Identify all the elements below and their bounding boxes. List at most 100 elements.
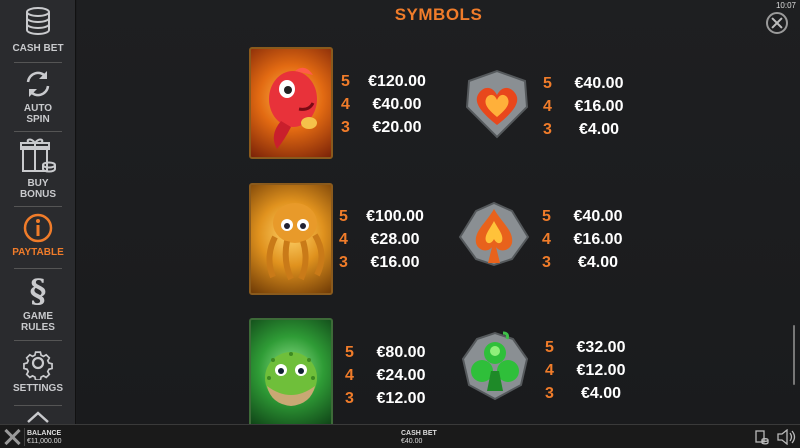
pay-value: €4.00 [578,121,620,138]
history-icon[interactable] [755,429,769,445]
pay-value: €20.00 [372,119,422,136]
paytable-club: 5 €32.00 4 €12.00 3 €4.00 [545,336,637,405]
pay-value: €40.00 [573,208,623,225]
sidebar-item-settings[interactable]: SETTINGS [0,346,76,394]
pay-row: 3 €16.00 [339,251,431,274]
paytable-red-fish: 5 €120.00 4 €40.00 3 €20.00 [341,70,433,139]
pay-row: 5 €32.00 [545,336,637,359]
symbol-card-octopus [249,183,333,295]
info-icon [23,213,53,243]
pay-count: 5 [345,344,354,361]
paytable-heart: 5 €40.00 4 €16.00 3 €4.00 [543,72,635,141]
pay-count: 4 [339,231,348,248]
chevron-up-icon[interactable] [26,410,50,424]
pay-count: 3 [543,121,552,138]
pay-row: 5 €100.00 [339,205,431,228]
pay-value: €80.00 [376,344,426,361]
close-icon[interactable] [2,427,22,447]
pay-row: 4 €24.00 [345,364,437,387]
red-fish-icon [269,67,317,149]
sidebar-item-label: RULES [21,322,55,333]
pay-count: 4 [345,367,354,384]
sidebar-item-label: BUY [27,178,49,189]
sidebar-item-buy-bonus[interactable]: BUY BONUS [0,137,76,200]
close-button[interactable] [766,12,788,34]
paytable-pufferfish: 5 €80.00 4 €24.00 3 €12.00 [345,341,437,410]
sidebar-divider [14,62,62,63]
pay-value: €28.00 [370,231,420,248]
sidebar-divider [14,206,62,207]
sidebar-item-cash-bet[interactable]: CASH BET [0,6,76,54]
pay-row: 3 €20.00 [341,116,433,139]
pay-row: 5 €40.00 [543,72,635,95]
spade-icon [458,201,530,267]
sidebar-item-label: SPIN [26,114,50,125]
club-icon [461,331,529,401]
section-icon: § [30,274,47,308]
sidebar: CASH BET AUTO SPIN BUY BONUS PAYTABLE § … [0,0,76,424]
sound-icon[interactable] [776,429,796,445]
pay-count: 5 [339,208,348,225]
pay-value: €12.00 [376,390,426,407]
pay-row: 3 €4.00 [543,118,635,141]
pay-row: 4 €40.00 [341,93,433,116]
pay-count: 4 [543,98,552,115]
balance-value: €11,000.00 [27,438,62,445]
clock: 10:07 [775,1,796,10]
sidebar-item-label: PAYTABLE [12,247,64,258]
pay-row: 3 €12.00 [345,387,437,410]
sidebar-divider [14,405,62,406]
gear-icon [23,351,53,380]
divider [24,428,25,446]
sidebar-item-label: BONUS [19,189,57,200]
pay-count: 3 [341,119,350,136]
pay-value: €4.00 [580,385,622,402]
symbol-card-red-fish [249,47,333,159]
sidebar-divider [14,131,62,132]
pay-value: €100.00 [366,208,424,225]
autospin-icon [26,71,50,97]
sidebar-item-label: SETTINGS [12,383,63,394]
pay-value: €40.00 [372,96,422,113]
pay-value: €24.00 [376,367,426,384]
pay-value: €12.00 [576,362,626,379]
gift-icon [20,138,56,173]
symbol-card-pufferfish [249,318,333,430]
pay-row: 5 €40.00 [542,205,634,228]
sidebar-item-auto-spin[interactable]: AUTO SPIN [0,68,76,125]
pay-row: 5 €80.00 [345,341,437,364]
svg-text:§: § [30,274,47,308]
pay-count: 5 [545,339,554,356]
paytable-octopus: 5 €100.00 4 €28.00 3 €16.00 [339,205,431,274]
paytable-panel: SYMBOLS [77,0,800,424]
balance-label: BALANCE [27,430,62,437]
pay-value: €32.00 [576,339,626,356]
pay-value: €16.00 [574,98,624,115]
pay-count: 3 [339,254,348,271]
pufferfish-icon [265,352,317,406]
pay-count: 5 [543,75,552,92]
pay-count: 4 [542,231,551,248]
cash-bet-value: €40.00 [401,438,423,445]
pay-value: €120.00 [368,73,426,90]
pay-count: 5 [341,73,350,90]
sidebar-item-game-rules[interactable]: § GAME RULES [0,274,76,333]
cash-bet-label: CASH BET [401,430,437,437]
pay-row: 4 €12.00 [545,359,637,382]
pay-row: 4 €28.00 [339,228,431,251]
pay-row: 3 €4.00 [545,382,637,405]
paytable-spade: 5 €40.00 4 €16.00 3 €4.00 [542,205,634,274]
coins-icon [26,7,50,35]
sidebar-divider [14,340,62,341]
page-title: SYMBOLS [394,5,483,24]
pay-value: €16.00 [573,231,623,248]
heart-icon [465,69,529,139]
pay-count: 5 [542,208,551,225]
sidebar-item-label: AUTO [23,103,53,114]
pay-value: €40.00 [574,75,624,92]
bottom-bar: BALANCE €11,000.00 CASH BET €40.00 [0,424,800,448]
pay-row: 5 €120.00 [341,70,433,93]
sidebar-item-paytable[interactable]: PAYTABLE [0,212,76,258]
scrollbar[interactable] [793,325,795,385]
sidebar-divider [14,268,62,269]
